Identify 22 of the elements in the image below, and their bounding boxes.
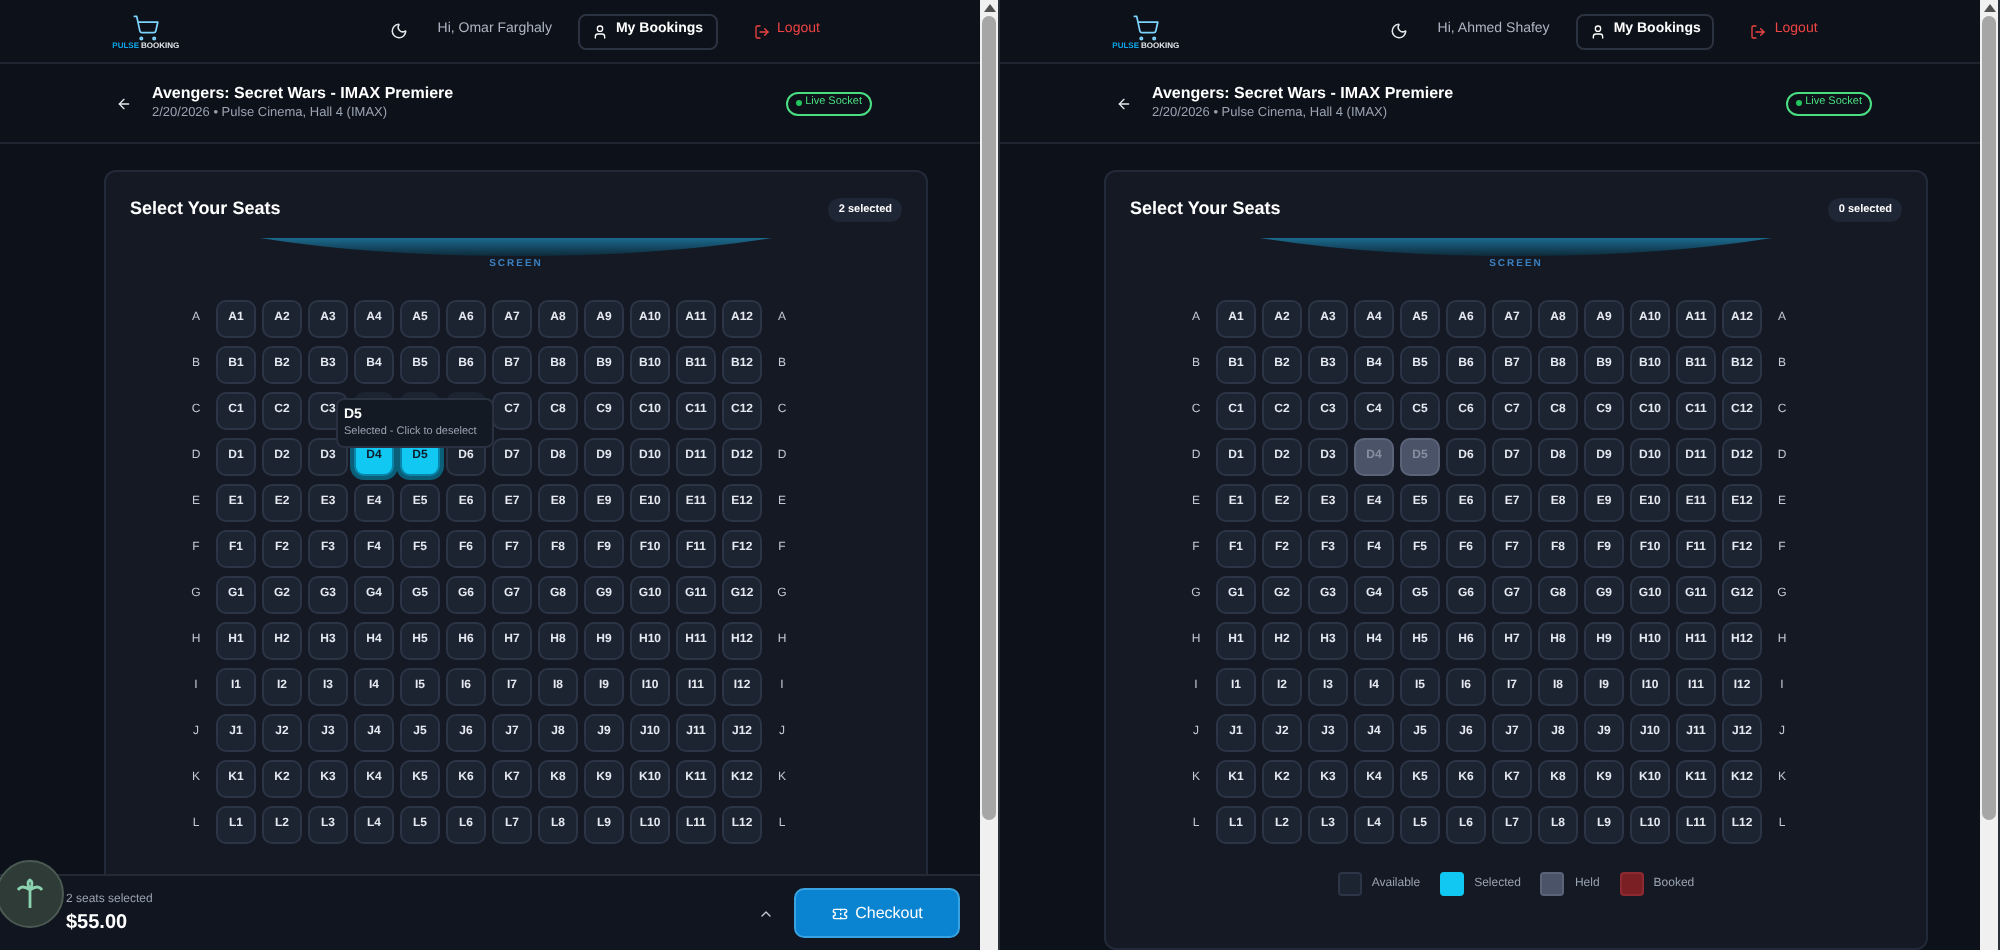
cart-icon bbox=[1131, 13, 1160, 41]
moon-icon[interactable] bbox=[1389, 22, 1408, 40]
user-icon bbox=[1589, 23, 1606, 39]
moon-icon[interactable] bbox=[389, 22, 408, 40]
scrollbar[interactable] bbox=[1980, 0, 1998, 950]
total-price: $55.00 bbox=[66, 909, 130, 935]
card-title: Select Your Seats bbox=[1130, 196, 1281, 222]
back-icon[interactable] bbox=[116, 95, 132, 111]
devtools-badge[interactable] bbox=[0, 860, 64, 928]
scrollbar-thumb[interactable] bbox=[1982, 16, 1996, 820]
checkout-button[interactable]: Checkout bbox=[794, 888, 960, 938]
cart-icon bbox=[131, 13, 160, 41]
ticket-icon bbox=[831, 905, 848, 921]
scrollbar[interactable] bbox=[980, 0, 998, 950]
card-title: Select Your Seats bbox=[130, 196, 281, 222]
event-title: Avengers: Secret Wars - IMAX Premiere bbox=[1152, 82, 1454, 104]
user-icon bbox=[591, 23, 608, 39]
back-icon[interactable] bbox=[1116, 95, 1132, 111]
event-title: Avengers: Secret Wars - IMAX Premiere bbox=[152, 82, 454, 104]
logout-icon bbox=[1750, 23, 1767, 39]
logout-icon bbox=[753, 23, 770, 39]
scrollbar-thumb[interactable] bbox=[982, 16, 996, 820]
